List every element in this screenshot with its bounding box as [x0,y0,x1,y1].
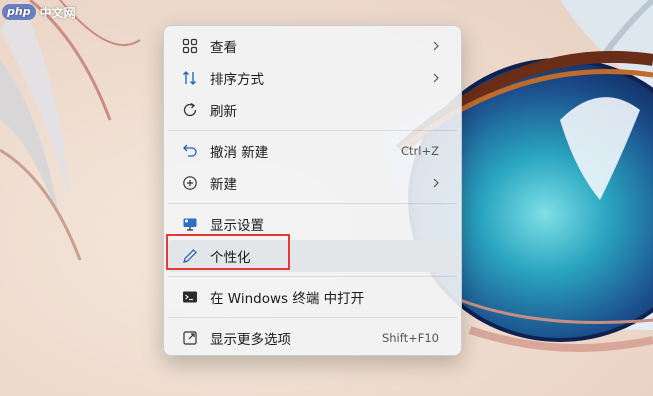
more-options-icon [180,328,200,348]
menu-separator [168,203,457,204]
menu-separator [168,317,457,318]
sort-icon [180,68,200,88]
menu-item-label: 撤消 新建 [210,145,269,161]
menu-item-sort-by[interactable]: 排序方式 [168,62,457,94]
undo-icon [180,141,200,161]
menu-item-label: 显示设置 [210,218,264,234]
menu-item-view[interactable]: 查看 [168,30,457,62]
menu-item-display-settings[interactable]: 显示设置 [168,208,457,240]
menu-item-label: 刷新 [210,104,237,120]
menu-item-personalize[interactable]: 个性化 [168,240,457,272]
menu-item-undo-new[interactable]: 撤消 新建 Ctrl+Z [168,135,457,167]
menu-item-open-in-terminal[interactable]: 在 Windows 终端 中打开 [168,281,457,313]
watermark-logo: php [2,4,36,20]
pen-icon [180,246,200,266]
shortcut-label: Shift+F10 [381,331,439,345]
display-icon [180,214,200,234]
site-watermark: php 中文网 [2,2,76,22]
watermark-text: 中文网 [39,5,76,20]
terminal-icon [180,287,200,307]
menu-item-label: 个性化 [210,250,251,266]
shortcut-label: Ctrl+Z [401,144,439,158]
chevron-right-icon [433,41,439,51]
menu-item-label: 查看 [210,40,237,56]
menu-item-refresh[interactable]: 刷新 [168,94,457,126]
menu-item-label: 新建 [210,177,237,193]
menu-item-label: 在 Windows 终端 中打开 [210,291,365,307]
menu-item-label: 显示更多选项 [210,332,291,348]
chevron-right-icon [433,73,439,83]
menu-item-new[interactable]: 新建 [168,167,457,199]
add-circle-icon [180,173,200,193]
menu-item-label: 排序方式 [210,72,264,88]
desktop-context-menu: 查看 排序方式 刷新 撤消 新建 Ctrl+Z 新建 显示设置 个性化 在 Wi… [163,25,462,356]
chevron-right-icon [433,178,439,188]
grid-icon [180,36,200,56]
refresh-icon [180,100,200,120]
menu-separator [168,276,457,277]
menu-separator [168,130,457,131]
menu-item-show-more-options[interactable]: 显示更多选项 Shift+F10 [168,322,457,354]
